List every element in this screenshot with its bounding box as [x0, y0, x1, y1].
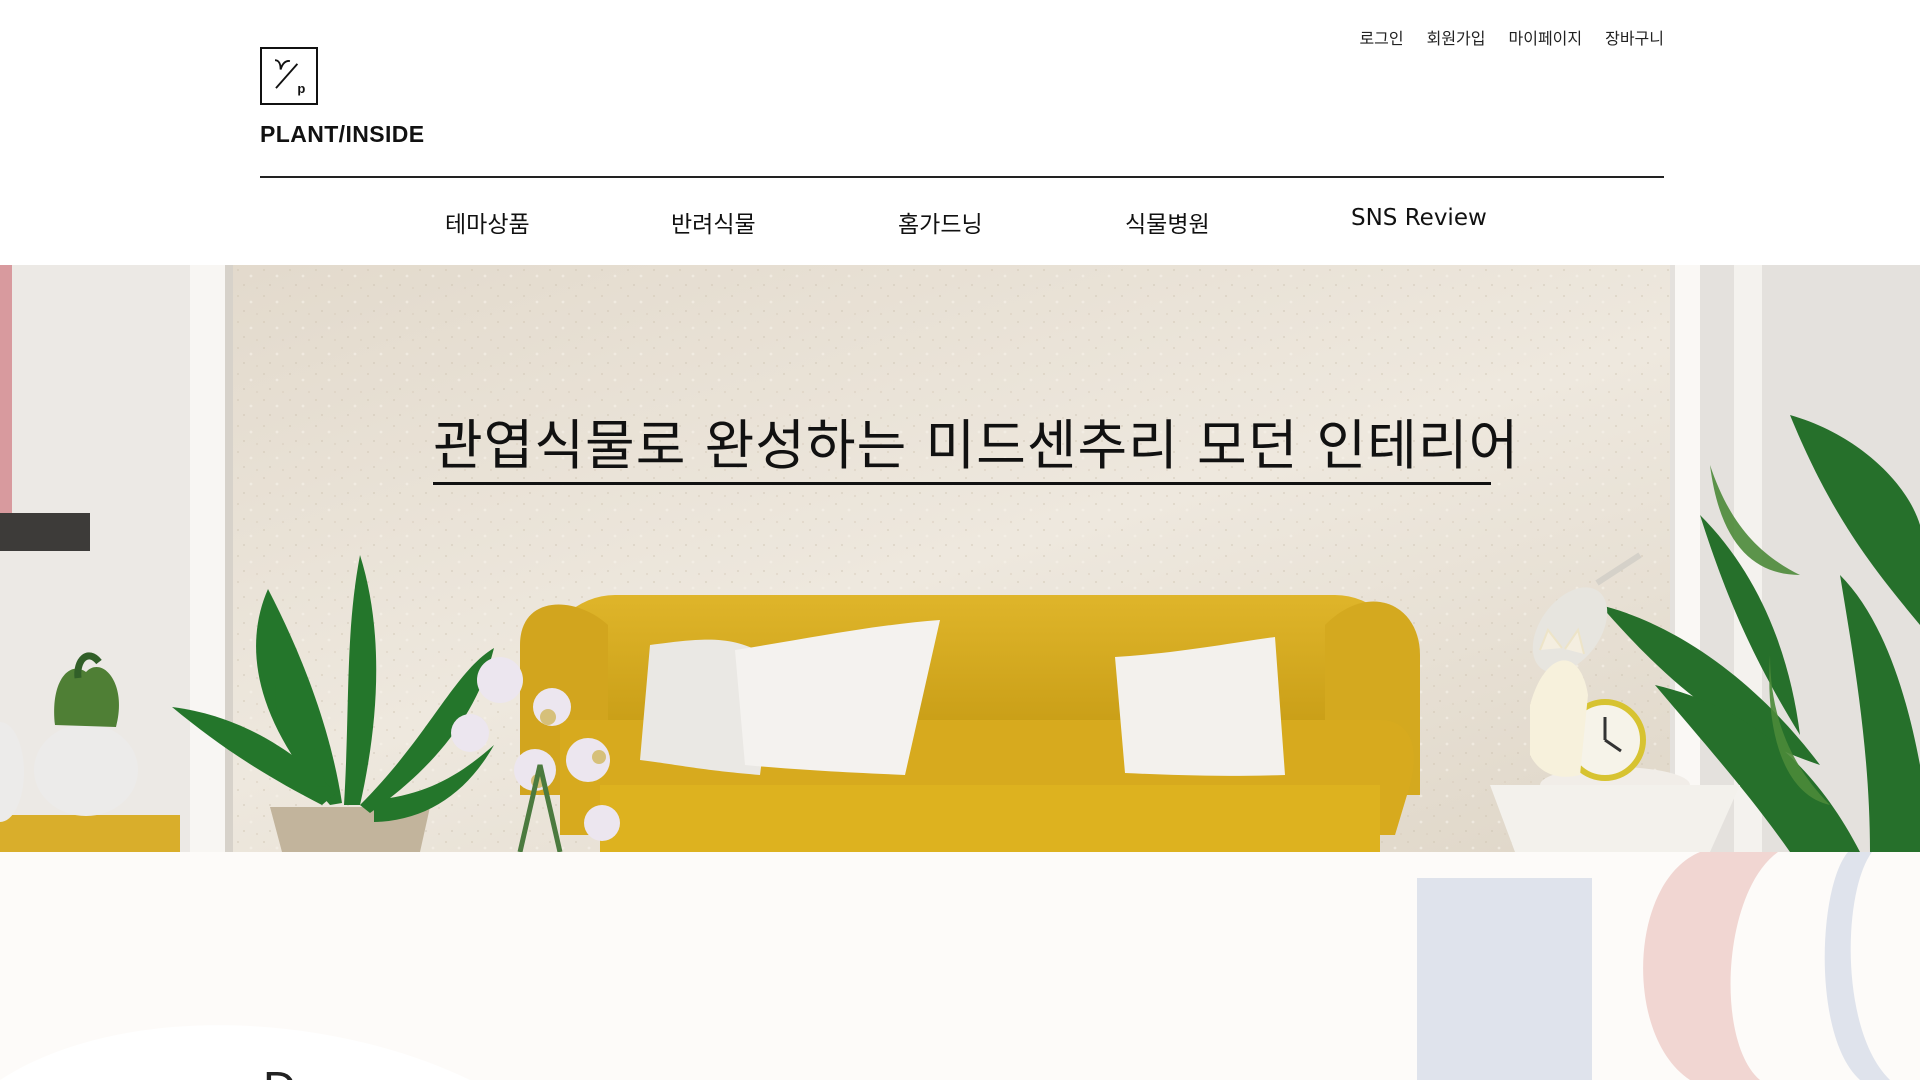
- nav-theme-products[interactable]: 테마상품: [445, 205, 530, 239]
- content-preview-section: D: [0, 852, 1920, 1080]
- site-header: p PLANT/INSIDE 로그인 회원가입 마이페이지 장바구니 테마상품 …: [0, 0, 1920, 265]
- nav-companion-plants[interactable]: 반려식물: [671, 205, 756, 239]
- main-navigation: 테마상품 반려식물 홈가드닝 식물병원 SNS Review: [0, 205, 1920, 243]
- page: p PLANT/INSIDE 로그인 회원가입 마이페이지 장바구니 테마상품 …: [0, 0, 1920, 1080]
- nav-plant-hospital[interactable]: 식물병원: [1125, 205, 1210, 239]
- hero-title-underline: [433, 482, 1491, 485]
- plant-inside-logo-icon: p: [260, 47, 318, 105]
- brand-name: PLANT/INSIDE: [260, 121, 425, 147]
- logo-link[interactable]: p PLANT/INSIDE: [260, 47, 425, 148]
- decorative-shapes: [0, 852, 1920, 1080]
- svg-text:p: p: [297, 81, 305, 96]
- interior-hero-illustration: [0, 265, 1920, 852]
- mypage-link[interactable]: 마이페이지: [1509, 25, 1583, 49]
- hero-banner: 관엽식물로 완성하는 미드센추리 모던 인테리어: [0, 265, 1920, 852]
- hero-title-group: 관엽식물로 완성하는 미드센추리 모던 인테리어: [433, 414, 1520, 499]
- login-link[interactable]: 로그인: [1359, 25, 1403, 49]
- utility-navigation: 로그인 회원가입 마이페이지 장바구니: [1359, 25, 1664, 49]
- hero-title: 관엽식물로 완성하는 미드센추리 모던 인테리어: [433, 414, 1520, 477]
- signup-link[interactable]: 회원가입: [1427, 25, 1486, 49]
- section-title-peek: D: [263, 1065, 353, 1080]
- logo-mark-icon: p: [274, 59, 305, 96]
- cart-link[interactable]: 장바구니: [1605, 25, 1664, 49]
- nav-sns-review[interactable]: SNS Review: [1351, 205, 1487, 231]
- nav-home-gardening[interactable]: 홈가드닝: [898, 205, 983, 239]
- header-divider: [260, 176, 1664, 178]
